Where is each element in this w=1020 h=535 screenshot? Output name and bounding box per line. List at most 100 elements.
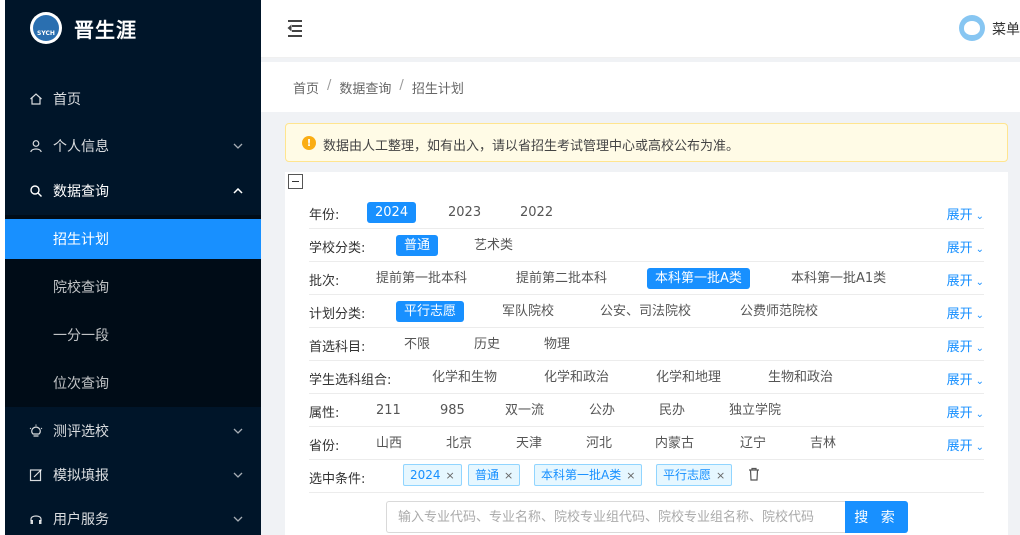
filter-option[interactable]: 内蒙古 xyxy=(647,433,702,454)
submenu-item-rank-query[interactable]: 位次查询 xyxy=(5,363,261,403)
filter-option[interactable]: 生物和政治 xyxy=(760,367,841,388)
expand-button[interactable]: 展开 ⌄ xyxy=(947,204,984,223)
filter-option[interactable]: 双一流 xyxy=(497,400,552,421)
close-icon[interactable]: × xyxy=(446,469,455,482)
brand[interactable]: SYCH 晋生涯 xyxy=(5,0,261,58)
user-menu-label[interactable]: 菜单 xyxy=(992,19,1020,39)
breadcrumb-current: 招生计划 xyxy=(411,82,464,97)
filter-option[interactable]: 本科第一批A类 xyxy=(647,268,750,289)
home-icon xyxy=(28,91,44,107)
form-icon xyxy=(28,467,44,483)
sidebar-item-mock-fill[interactable]: 模拟填报 xyxy=(5,454,261,496)
expand-button[interactable]: 展开 ⌄ xyxy=(947,369,984,388)
search-input[interactable] xyxy=(386,501,845,533)
submenu-item-score-segment[interactable]: 一分一段 xyxy=(5,315,261,355)
filter-option[interactable]: 2024 xyxy=(367,202,417,223)
filter-option[interactable]: 公费师范院校 xyxy=(732,301,826,322)
submenu-item-enrollment-plan[interactable]: 招生计划 xyxy=(5,219,261,259)
chevron-down-icon: ⌄ xyxy=(975,376,984,387)
filter-row-school-type: 学校分类: 普通 艺术类 展开 ⌄ xyxy=(309,229,984,262)
filter-option[interactable]: 民办 xyxy=(651,400,693,421)
chevron-down-icon: ⌄ xyxy=(975,244,984,255)
filter-option[interactable]: 北京 xyxy=(438,433,480,454)
filter-option[interactable]: 不限 xyxy=(396,334,438,355)
filter-option[interactable]: 化学和地理 xyxy=(648,367,729,388)
filter-option[interactable]: 吉林 xyxy=(802,433,844,454)
search-icon xyxy=(28,183,44,199)
breadcrumb: 首页 / 数据查询 / 招生计划 xyxy=(293,78,464,97)
filter-option[interactable]: 化学和生物 xyxy=(424,367,505,388)
filter-row-plan-type: 计划分类: 平行志愿 军队院校 公安、司法院校 公费师范院校 展开 ⌄ xyxy=(309,295,984,328)
filter-option[interactable]: 平行志愿 xyxy=(396,301,465,322)
filter-row-province: 省份: 山西 北京 天津 河北 内蒙古 辽宁 吉林 展开 ⌄ xyxy=(309,427,984,460)
notice-alert: ! 数据由人工整理，如有出入，请以省招生考试管理中心或高校公布为准。 xyxy=(285,123,1008,162)
close-icon[interactable]: × xyxy=(716,469,725,482)
filter-option[interactable]: 军队院校 xyxy=(494,301,562,322)
filter-option[interactable]: 独立学院 xyxy=(721,400,789,421)
breadcrumb-home[interactable]: 首页 xyxy=(293,78,319,97)
menu-fold-icon[interactable] xyxy=(285,19,305,37)
filter-option[interactable]: 普通 xyxy=(396,235,439,256)
alert-text: 数据由人工整理，如有出入，请以省招生考试管理中心或高校公布为准。 xyxy=(323,139,740,154)
filter-option[interactable]: 艺术类 xyxy=(466,235,521,256)
sidebar-item-user-service[interactable]: 用户服务 xyxy=(5,498,261,535)
filter-option[interactable]: 公安、司法院校 xyxy=(592,301,699,322)
filter-row-first-subject: 首选科目: 不限 历史 物理 展开 ⌄ xyxy=(309,328,984,361)
filter-option[interactable]: 本科第一批A1类 xyxy=(783,268,894,289)
chevron-down-icon: ⌄ xyxy=(975,277,984,288)
top-header: 菜单 xyxy=(261,0,1020,58)
avatar[interactable] xyxy=(959,15,985,41)
chevron-down-icon: ⌄ xyxy=(975,343,984,354)
sidebar-item-profile[interactable]: 个人信息 xyxy=(5,125,261,167)
filter-option[interactable]: 2023 xyxy=(440,202,489,223)
chevron-down-icon xyxy=(233,141,243,152)
expand-button[interactable]: 展开 ⌄ xyxy=(947,402,984,421)
collapse-icon[interactable] xyxy=(288,174,303,189)
filter-option[interactable]: 历史 xyxy=(466,334,508,355)
breadcrumb-data-query[interactable]: 数据查询 xyxy=(339,78,391,97)
filter-option[interactable]: 辽宁 xyxy=(732,433,774,454)
selected-tag[interactable]: 平行志愿 × xyxy=(656,464,733,486)
submenu-item-school-query[interactable]: 院校查询 xyxy=(5,267,261,307)
exclamation-icon: ! xyxy=(302,136,316,150)
trash-icon[interactable] xyxy=(748,467,760,481)
filter-option[interactable]: 提前第一批本科 xyxy=(368,268,475,289)
filter-option[interactable]: 提前第二批本科 xyxy=(508,268,615,289)
expand-button[interactable]: 展开 ⌄ xyxy=(947,270,984,289)
bulb-icon xyxy=(28,423,44,439)
filter-option[interactable]: 211 xyxy=(368,400,409,421)
filter-option[interactable]: 2022 xyxy=(512,202,561,223)
expand-button[interactable]: 展开 ⌄ xyxy=(947,336,984,355)
filter-option[interactable]: 物理 xyxy=(536,334,578,355)
headset-icon xyxy=(28,511,44,527)
close-icon[interactable]: × xyxy=(504,469,513,482)
filter-option[interactable]: 河北 xyxy=(578,433,620,454)
selected-tag[interactable]: 本科第一批A类 × xyxy=(534,464,643,486)
chevron-down-icon: ⌄ xyxy=(975,409,984,420)
sidebar-item-data-query[interactable]: 数据查询 xyxy=(5,170,261,212)
filter-option[interactable]: 公办 xyxy=(581,400,623,421)
expand-button[interactable]: 展开 ⌄ xyxy=(947,237,984,256)
chevron-down-icon: ⌄ xyxy=(975,310,984,321)
sidebar-item-home[interactable]: 首页 xyxy=(5,78,261,120)
brand-logo: SYCH xyxy=(30,12,62,44)
close-icon[interactable]: × xyxy=(626,469,635,482)
filter-row-attribute: 属性: 211 985 双一流 公办 民办 独立学院 展开 ⌄ xyxy=(309,394,984,427)
selected-tag[interactable]: 2024 × xyxy=(403,464,462,486)
chevron-down-icon xyxy=(233,470,243,481)
search-button[interactable]: 搜 索 xyxy=(845,501,908,533)
selected-tag[interactable]: 普通 × xyxy=(468,464,521,486)
chevron-down-icon: ⌄ xyxy=(975,211,984,222)
expand-button[interactable]: 展开 ⌄ xyxy=(947,303,984,322)
chevron-down-icon: ⌄ xyxy=(975,442,984,453)
filter-option[interactable]: 化学和政治 xyxy=(536,367,617,388)
chevron-down-icon xyxy=(233,426,243,437)
filter-option[interactable]: 985 xyxy=(432,400,473,421)
filter-option[interactable]: 天津 xyxy=(508,433,550,454)
brand-name: 晋生涯 xyxy=(74,18,137,42)
filter-row-batch: 批次: 提前第一批本科 提前第二批本科 本科第一批A类 本科第一批A1类 展开 ⌄ xyxy=(309,262,984,295)
expand-button[interactable]: 展开 ⌄ xyxy=(947,435,984,454)
sidebar-item-evaluation[interactable]: 测评选校 xyxy=(5,410,261,452)
filter-option[interactable]: 山西 xyxy=(368,433,410,454)
filter-row-year: 年份: 2024 2023 2022 展开 ⌄ xyxy=(309,196,984,229)
